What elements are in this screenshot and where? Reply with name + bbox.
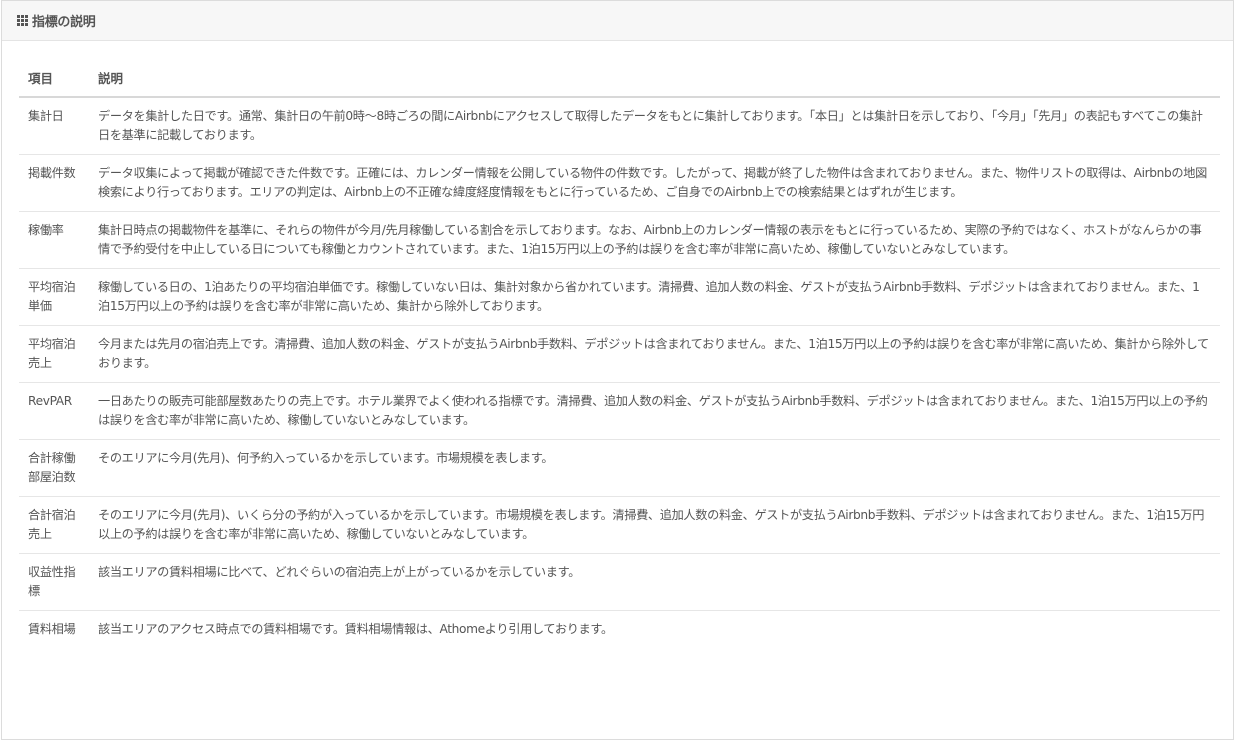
panel-header: 指標の説明 <box>2 1 1233 41</box>
table-row: 掲載件数 データ収集によって掲載が確認できた件数です。正確には、カレンダー情報を公… <box>19 154 1220 212</box>
table-row: 合計稼働部屋泊数 そのエリアに今月(先月)、何予約入っているかを示しています。市場… <box>19 439 1220 497</box>
table-row: 賃料相場 該当エリアのアクセス時点での賃料相場です。賃料相場情報は、Athomeよ… <box>19 611 1220 649</box>
panel-title: 指標の説明 <box>32 15 96 30</box>
table-row: RevPAR 一日あたりの販売可能部屋数あたりの売上です。ホテル業界でよく使われる… <box>19 382 1220 440</box>
metric-name: RevPAR <box>19 382 89 440</box>
table-row: 平均宿泊単価 稼働している日の、1泊あたりの平均宿泊単価です。稼働していない日は、… <box>19 268 1220 326</box>
metric-name: 賃料相場 <box>28 622 76 636</box>
table-row: 合計宿泊売上 そのエリアに今月(先月)、いくら分の予約が入っているかを示しています… <box>19 496 1220 554</box>
metric-description: 一日あたりの販売可能部屋数あたりの売上です。ホテル業界でよく使われる指標です。清… <box>89 382 1220 440</box>
metric-description: 該当エリアの賃料相場に比べて、どれぐらいの宿泊売上が上がっているかを示しています… <box>89 553 1220 611</box>
metric-description: データ収集によって掲載が確認できた件数です。正確には、カレンダー情報を公開してい… <box>89 154 1220 212</box>
metrics-explanation-panel: 指標の説明 項目 説明 集計日 データを集計した日です。通常、集計日の午前0時〜8… <box>1 0 1234 740</box>
column-header-item: 項目 <box>19 59 89 98</box>
metric-description: データを集計した日です。通常、集計日の午前0時〜8時ごろの間にAirbnbにアク… <box>89 97 1220 155</box>
metric-description: 集計日時点の掲載物件を基準に、それらの物件が今月/先月稼働している割合を示してお… <box>89 211 1220 269</box>
table-row: 稼働率 集計日時点の掲載物件を基準に、それらの物件が今月/先月稼働している割合を示… <box>19 211 1220 269</box>
metric-name: 平均宿泊単価 <box>19 268 89 326</box>
metrics-table: 項目 説明 集計日 データを集計した日です。通常、集計日の午前0時〜8時ごろの間に… <box>19 59 1220 648</box>
metric-description: 該当エリアのアクセス時点での賃料相場です。賃料相場情報は、Athomeより引用し… <box>98 622 613 636</box>
metric-description: そのエリアに今月(先月)、いくら分の予約が入っているかを示しています。市場規模を… <box>89 496 1220 554</box>
table-row: 収益性指標 該当エリアの賃料相場に比べて、どれぐらいの宿泊売上が上がっているかを示… <box>19 553 1220 611</box>
metric-description: 稼働している日の、1泊あたりの平均宿泊単価です。稼働していない日は、集計対象から… <box>89 268 1220 326</box>
grid-icon <box>17 15 30 26</box>
metric-name: 稼働率 <box>19 211 89 269</box>
metric-name: 収益性指標 <box>19 553 89 611</box>
column-header-description: 説明 <box>89 59 1220 98</box>
metric-name: 集計日 <box>19 97 89 155</box>
metric-description: 今月または先月の宿泊売上です。清掃費、追加人数の料金、ゲストが支払うAirbnb… <box>89 325 1220 383</box>
metric-name: 合計稼働部屋泊数 <box>19 439 89 497</box>
metric-name: 平均宿泊売上 <box>19 325 89 383</box>
metric-description: そのエリアに今月(先月)、何予約入っているかを示しています。市場規模を表します。 <box>89 439 1220 497</box>
table-row: 平均宿泊売上 今月または先月の宿泊売上です。清掃費、追加人数の料金、ゲストが支払う… <box>19 325 1220 383</box>
metric-name: 合計宿泊売上 <box>19 496 89 554</box>
metric-name: 掲載件数 <box>19 154 89 212</box>
table-row: 集計日 データを集計した日です。通常、集計日の午前0時〜8時ごろの間にAirbnb… <box>19 97 1220 155</box>
table-header-row: 項目 説明 <box>19 59 1220 98</box>
